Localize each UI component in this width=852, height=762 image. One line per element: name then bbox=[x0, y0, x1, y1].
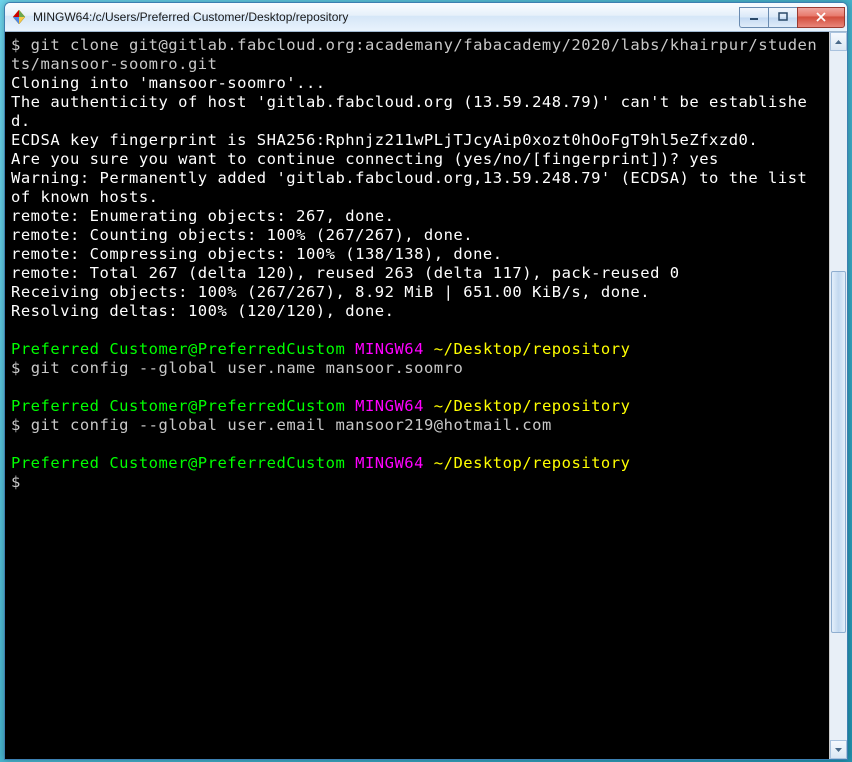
prompt-env: MINGW64 bbox=[355, 340, 424, 358]
scroll-track[interactable] bbox=[830, 51, 847, 740]
command-line: git config --global user.email mansoor21… bbox=[31, 416, 552, 434]
output-line: Receiving objects: 100% (267/267), 8.92 … bbox=[11, 283, 650, 301]
window-title: MINGW64:/c/Users/Preferred Customer/Desk… bbox=[33, 10, 739, 24]
output-line: Are you sure you want to continue connec… bbox=[11, 150, 719, 168]
prompt-path: ~/Desktop/repository bbox=[434, 454, 631, 472]
prompt-user: Preferred Customer@PreferredCustom bbox=[11, 397, 345, 415]
output-line: $ git clone git@gitlab.fabcloud.org:acad… bbox=[11, 36, 817, 73]
output-line: The authenticity of host 'gitlab.fabclou… bbox=[11, 93, 807, 130]
prompt-env: MINGW64 bbox=[355, 454, 424, 472]
titlebar[interactable]: MINGW64:/c/Users/Preferred Customer/Desk… bbox=[5, 3, 847, 32]
output-line: Cloning into 'mansoor-soomro'... bbox=[11, 74, 326, 92]
prompt-path: ~/Desktop/repository bbox=[434, 397, 631, 415]
close-button[interactable] bbox=[797, 7, 845, 28]
terminal-area: $ git clone git@gitlab.fabcloud.org:acad… bbox=[5, 32, 847, 759]
output-line: ECDSA key fingerprint is SHA256:Rphnjz21… bbox=[11, 131, 758, 149]
prompt-user: Preferred Customer@PreferredCustom bbox=[11, 454, 345, 472]
minimize-button[interactable] bbox=[739, 7, 768, 28]
terminal-output[interactable]: $ git clone git@gitlab.fabcloud.org:acad… bbox=[5, 32, 829, 759]
output-line: remote: Enumerating objects: 267, done. bbox=[11, 207, 394, 225]
output-line: Resolving deltas: 100% (120/120), done. bbox=[11, 302, 394, 320]
output-line: remote: Compressing objects: 100% (138/1… bbox=[11, 245, 503, 263]
output-line: remote: Counting objects: 100% (267/267)… bbox=[11, 226, 473, 244]
prompt-user: Preferred Customer@PreferredCustom bbox=[11, 340, 345, 358]
output-line: remote: Total 267 (delta 120), reused 26… bbox=[11, 264, 680, 282]
scrollbar[interactable] bbox=[829, 32, 847, 759]
prompt-path: ~/Desktop/repository bbox=[434, 340, 631, 358]
window-controls bbox=[739, 7, 845, 28]
scroll-up-button[interactable] bbox=[830, 32, 847, 51]
output-line: Warning: Permanently added 'gitlab.fabcl… bbox=[11, 169, 817, 206]
scroll-thumb[interactable] bbox=[831, 271, 846, 633]
terminal-window: MINGW64:/c/Users/Preferred Customer/Desk… bbox=[4, 2, 848, 760]
prompt-symbol: $ bbox=[11, 359, 21, 377]
maximize-button[interactable] bbox=[768, 7, 797, 28]
command-line: git config --global user.name mansoor.so… bbox=[31, 359, 464, 377]
app-icon bbox=[11, 9, 27, 25]
prompt-symbol: $ bbox=[11, 473, 21, 491]
prompt-symbol: $ bbox=[11, 416, 21, 434]
scroll-down-button[interactable] bbox=[830, 740, 847, 759]
prompt-env: MINGW64 bbox=[355, 397, 424, 415]
